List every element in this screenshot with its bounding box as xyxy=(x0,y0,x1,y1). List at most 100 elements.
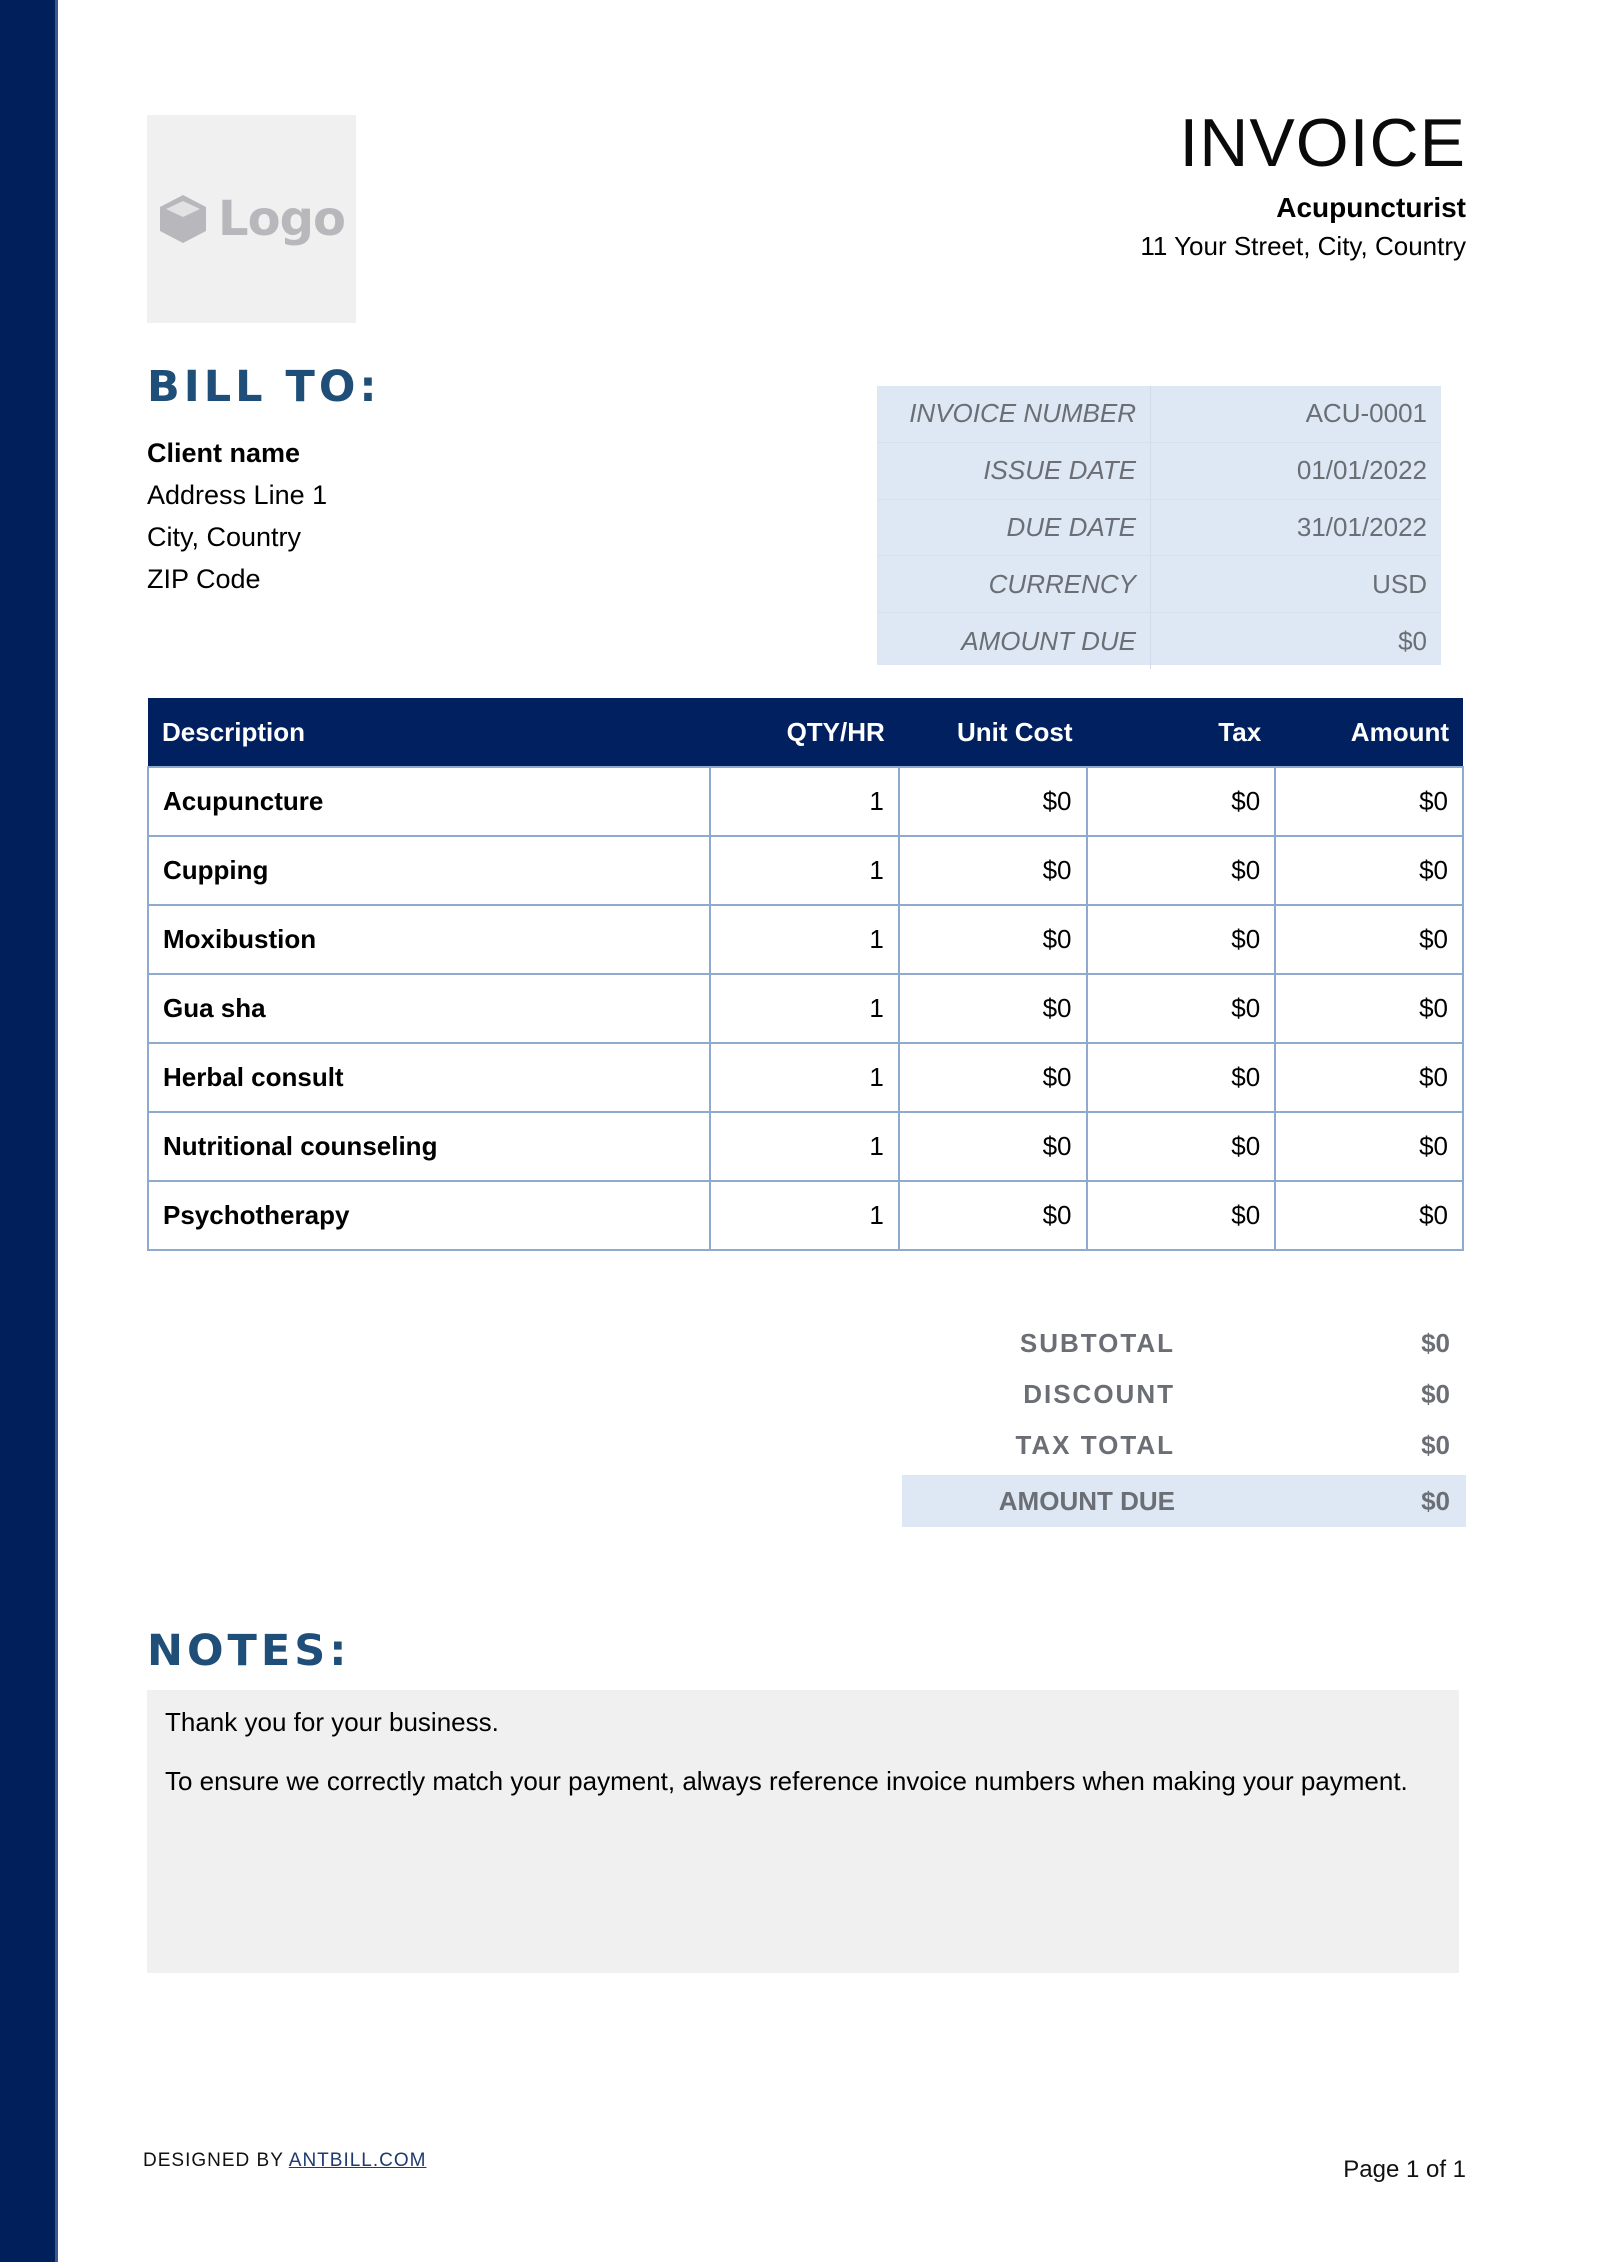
totals-label: SUBTOTAL xyxy=(1019,1328,1175,1358)
client-name: Client name xyxy=(147,438,301,468)
cell-unit-cost: $0 xyxy=(897,766,1088,837)
cell-qty: 1 xyxy=(708,973,900,1044)
cell-description: Herbal consult xyxy=(147,1042,711,1113)
cell-unit-cost: $0 xyxy=(897,904,1088,975)
cell-amount: $0 xyxy=(1274,973,1464,1044)
cell-description: Cupping xyxy=(147,835,711,906)
table-row: Moxibustion 1 $0 $0 $0 xyxy=(147,904,1464,975)
invoice-info-box: INVOICE NUMBER ACU-0001 ISSUE DATE 01/01… xyxy=(877,386,1441,669)
column-header-amount: Amount xyxy=(1275,698,1463,767)
cell-amount: $0 xyxy=(1274,766,1464,837)
cell-description: Psychotherapy xyxy=(147,1180,711,1251)
cell-unit-cost: $0 xyxy=(897,1111,1088,1182)
cell-amount: $0 xyxy=(1274,1042,1464,1113)
info-row-currency: CURRENCY USD xyxy=(877,556,1441,614)
sidebar-stripe xyxy=(0,0,58,2262)
notes-paragraph: Thank you for your business. xyxy=(165,1707,499,1737)
logo-text: Logo xyxy=(218,191,346,247)
client-zip: ZIP Code xyxy=(147,564,261,594)
table-row: Psychotherapy 1 $0 $0 $0 xyxy=(147,1180,1464,1251)
cell-tax: $0 xyxy=(1085,766,1277,837)
column-header-tax: Tax xyxy=(1086,698,1276,767)
totals-label: TAX TOTAL xyxy=(1015,1430,1175,1460)
antbill-link[interactable]: ANTBILL.COM xyxy=(289,2150,427,2171)
cell-description: Acupuncture xyxy=(147,766,711,837)
info-row-due-date: DUE DATE 31/01/2022 xyxy=(877,499,1441,557)
client-block: Client name Address Line 1 City, Country… xyxy=(147,432,327,600)
table-body: Acupuncture 1 $0 $0 $0 Cupping 1 $0 $0 $0 Moxibust… xyxy=(147,766,1464,1251)
footer-designed-by: DESIGNED BY xyxy=(143,2150,289,2171)
totals-row-amount-due: AMOUNT DUE $0 xyxy=(902,1475,1466,1527)
totals-value: $0 xyxy=(1421,1379,1450,1409)
cell-amount: $0 xyxy=(1274,1111,1464,1182)
cell-amount: $0 xyxy=(1274,835,1464,906)
cell-amount: $0 xyxy=(1274,1180,1464,1251)
logo-placeholder: Logo xyxy=(147,115,356,323)
table-row: Cupping 1 $0 $0 $0 xyxy=(147,835,1464,906)
cell-description: Moxibustion xyxy=(147,904,711,975)
cube-icon xyxy=(158,193,208,245)
cell-unit-cost: $0 xyxy=(897,1042,1088,1113)
info-value: ACU-0001 xyxy=(1305,398,1427,429)
cell-unit-cost: $0 xyxy=(897,835,1088,906)
info-label: AMOUNT DUE xyxy=(877,613,1151,669)
notes-box: Thank you for your business. To ensure w… xyxy=(147,1690,1459,1973)
page-number: Page 1 of 1 xyxy=(1343,2156,1466,2183)
table-row: Acupuncture 1 $0 $0 $0 xyxy=(147,766,1464,837)
totals-row-discount: DISCOUNT $0 xyxy=(902,1369,1466,1420)
cell-description: Gua sha xyxy=(147,973,711,1044)
cell-description: Nutritional counseling xyxy=(147,1111,711,1182)
cell-qty: 1 xyxy=(708,766,900,837)
cell-tax: $0 xyxy=(1085,1180,1277,1251)
totals-row-subtotal: SUBTOTAL $0 xyxy=(902,1318,1466,1369)
line-items-table: Description QTY/HR Unit Cost Tax Amount … xyxy=(147,698,1464,1251)
table-row: Gua sha 1 $0 $0 $0 xyxy=(147,973,1464,1044)
totals-label: AMOUNT DUE xyxy=(998,1485,1175,1516)
notes-paragraph: To ensure we correctly match your paymen… xyxy=(165,1766,1408,1796)
info-label: INVOICE NUMBER xyxy=(877,386,1151,442)
cell-qty: 1 xyxy=(708,1111,900,1182)
info-value: 01/01/2022 xyxy=(1296,455,1427,486)
cell-qty: 1 xyxy=(708,1180,900,1251)
cell-tax: $0 xyxy=(1085,973,1277,1044)
cell-qty: 1 xyxy=(708,904,900,975)
info-label: CURRENCY xyxy=(877,556,1151,613)
info-row-amount-due: AMOUNT DUE $0 xyxy=(877,613,1441,669)
cell-tax: $0 xyxy=(1085,835,1277,906)
info-value: USD xyxy=(1372,568,1427,599)
totals-value: $0 xyxy=(1421,1485,1450,1516)
invoice-title: INVOICE xyxy=(1179,105,1466,181)
table-row: Nutritional counseling 1 $0 $0 $0 xyxy=(147,1111,1464,1182)
column-header-description: Description xyxy=(148,698,710,767)
cell-unit-cost: $0 xyxy=(897,973,1088,1044)
info-row-invoice-number: INVOICE NUMBER ACU-0001 xyxy=(877,386,1441,443)
cell-tax: $0 xyxy=(1085,1111,1277,1182)
totals-block: SUBTOTAL $0 DISCOUNT $0 TAX TOTAL $0 AMO… xyxy=(902,1318,1466,1527)
footer-credit: DESIGNED BY ANTBILL.COM xyxy=(143,2150,426,2172)
cell-qty: 1 xyxy=(708,1042,900,1113)
totals-row-tax-total: TAX TOTAL $0 xyxy=(902,1420,1466,1471)
totals-value: $0 xyxy=(1421,1328,1450,1358)
business-address: 11 Your Street, City, Country xyxy=(1140,231,1466,261)
totals-value: $0 xyxy=(1421,1430,1450,1460)
client-address-line: Address Line 1 xyxy=(147,480,328,510)
business-name: Acupuncturist xyxy=(1276,192,1466,223)
cell-unit-cost: $0 xyxy=(897,1180,1088,1251)
client-city-country: City, Country xyxy=(147,522,302,552)
cell-amount: $0 xyxy=(1274,904,1464,975)
info-value: 31/01/2022 xyxy=(1296,511,1427,542)
table-header-row: Description QTY/HR Unit Cost Tax Amount xyxy=(148,698,1463,767)
cell-tax: $0 xyxy=(1085,904,1277,975)
column-header-unit-cost: Unit Cost xyxy=(898,698,1087,767)
column-header-qty: QTY/HR xyxy=(709,698,899,767)
info-label: DUE DATE xyxy=(877,499,1151,556)
cell-tax: $0 xyxy=(1085,1042,1277,1113)
info-value: $0 xyxy=(1398,625,1427,656)
cell-qty: 1 xyxy=(708,835,900,906)
totals-label: DISCOUNT xyxy=(1023,1379,1175,1409)
bill-to-heading: BILL TO: xyxy=(147,362,381,412)
info-row-issue-date: ISSUE DATE 01/01/2022 xyxy=(877,442,1441,500)
notes-heading: NOTES: xyxy=(147,1626,351,1676)
table-row: Herbal consult 1 $0 $0 $0 xyxy=(147,1042,1464,1113)
info-label: ISSUE DATE xyxy=(877,442,1151,499)
